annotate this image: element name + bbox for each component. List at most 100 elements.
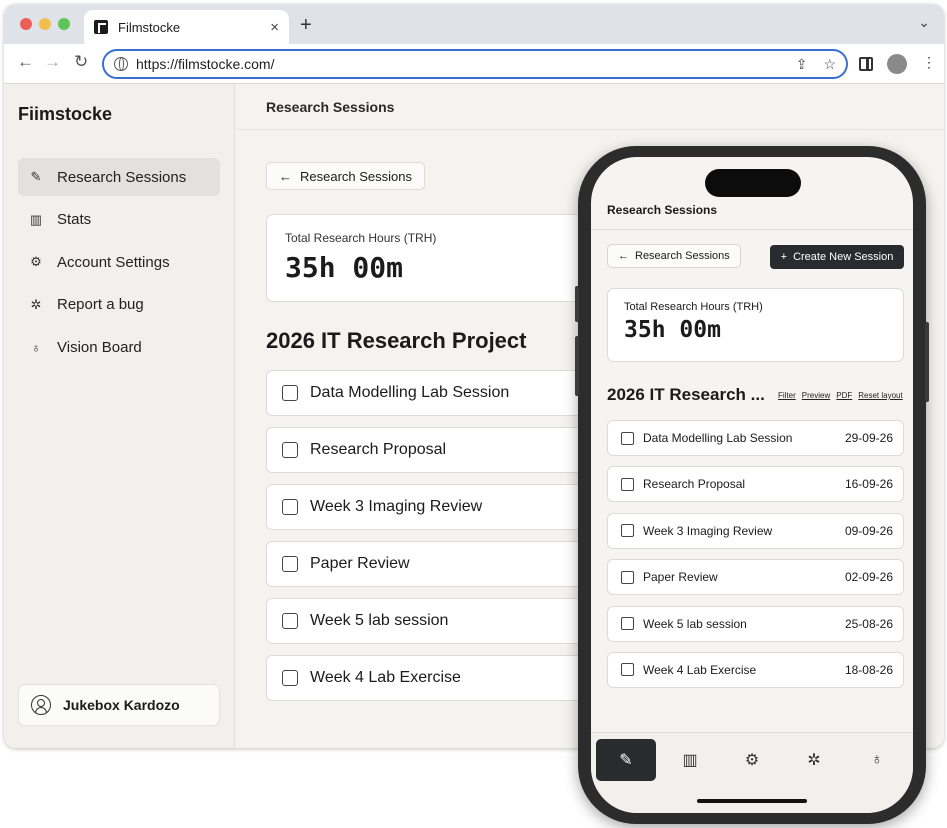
task-name: Research Proposal [643, 477, 746, 492]
url-text[interactable]: https://filmstocke.com/ [136, 56, 780, 72]
back-button-label: Research Sessions [635, 250, 730, 262]
close-window-button[interactable] [20, 18, 32, 30]
stat-label: Total Research Hours (TRH) [624, 301, 763, 313]
browser-tab[interactable]: Filmstocke × [84, 10, 289, 44]
tab-vision-board[interactable]: ♁ [847, 739, 907, 781]
back-arrow-icon: ← [279, 168, 292, 184]
plus-icon: + [780, 251, 788, 263]
back-arrow-icon: ← [618, 250, 629, 262]
user-icon [31, 695, 51, 715]
site-info-icon[interactable] [114, 57, 128, 71]
forward-arrow-icon[interactable]: → [44, 52, 61, 72]
task-row[interactable]: Paper Review [266, 541, 596, 587]
sidebar-item-vision-board[interactable]: ♁ Vision Board [18, 328, 220, 366]
bar-chart-icon: ▥ [29, 211, 43, 227]
tab-search-icon[interactable]: ⌄ [918, 14, 930, 31]
tab-research-sessions[interactable]: ✎ [596, 739, 656, 781]
task-checkbox[interactable] [282, 613, 298, 629]
task-name: Research Proposal [310, 441, 447, 458]
preview-link[interactable]: Preview [802, 391, 830, 400]
divider [591, 229, 913, 230]
task-checkbox[interactable] [621, 477, 634, 491]
task-date: 25-08-26 [844, 616, 893, 631]
total-hours-card: Total Research Hours (TRH) 35h 00m [266, 214, 596, 302]
task-row[interactable]: Week 5 lab session [266, 598, 596, 644]
tab-stats[interactable]: ▥ [660, 739, 720, 781]
task-name: Data Modelling Lab Session [310, 384, 510, 401]
task-row[interactable]: Paper Review 02-09-26 [607, 559, 904, 596]
tab-account-settings[interactable]: ⚙ [722, 739, 782, 781]
sidebar-item-account-settings[interactable]: ⚙ Account Settings [18, 243, 220, 281]
sidebar-item-stats[interactable]: ▥ Stats [18, 201, 220, 239]
side-panel-icon[interactable] [859, 57, 873, 71]
sidebar-item-research-sessions[interactable]: ✎ Research Sessions [18, 158, 220, 196]
gear-icon: ⚙ [30, 254, 42, 269]
pdf-link[interactable]: PDF [836, 391, 852, 400]
task-name: Week 5 lab session [310, 612, 449, 629]
minimize-window-button[interactable] [39, 18, 51, 30]
task-name: Paper Review [310, 555, 410, 572]
user-profile-button[interactable]: Jukebox Kardozo [18, 684, 220, 726]
user-name: Jukebox Kardozo [63, 697, 180, 713]
task-name: Week 5 lab session [643, 616, 747, 631]
task-row[interactable]: Week 3 Imaging Review [266, 484, 596, 530]
task-name: Week 3 Imaging Review [643, 523, 773, 538]
project-actions: Filter Preview PDF Reset layout [778, 391, 909, 400]
phone-screen: Research Sessions ← Research Sessions + … [591, 157, 913, 813]
task-checkbox[interactable] [282, 670, 298, 686]
task-checkbox[interactable] [621, 524, 634, 538]
task-row[interactable]: Research Proposal 16-09-26 [607, 466, 904, 503]
task-checkbox[interactable] [621, 617, 634, 631]
edit-icon: ✎ [30, 169, 42, 184]
task-name: Week 4 Lab Exercise [643, 662, 757, 677]
task-row[interactable]: Week 5 lab session 25-08-26 [607, 605, 904, 642]
task-row[interactable]: Data Modelling Lab Session [266, 370, 596, 416]
create-new-session-button[interactable]: + Create New Session [770, 245, 904, 269]
sidebar-item-label: Research Sessions [57, 168, 187, 186]
task-row[interactable]: Data Modelling Lab Session 29-09-26 [607, 420, 904, 456]
back-button[interactable]: ← Research Sessions [266, 162, 425, 190]
task-checkbox[interactable] [282, 385, 298, 401]
task-row[interactable]: Research Proposal [266, 427, 596, 473]
share-icon[interactable]: ⇪ [796, 56, 808, 73]
maximize-window-button[interactable] [58, 18, 70, 30]
reset-layout-link[interactable]: Reset layout [858, 391, 902, 400]
create-button-label: Create New Session [793, 251, 894, 263]
address-bar[interactable]: https://filmstocke.com/ ⇪ ☆ [102, 49, 848, 79]
tab-report-bug[interactable]: ✲ [784, 739, 844, 781]
more-menu-icon[interactable]: ⋮ [922, 54, 936, 71]
sidebar-item-label: Report a bug [57, 296, 144, 313]
task-row[interactable]: Week 3 Imaging Review 09-09-26 [607, 512, 904, 549]
task-list: Data Modelling Lab Session Research Prop… [266, 370, 596, 712]
tab-title: Filmstocke [118, 19, 181, 35]
phone-side-button [575, 286, 579, 322]
home-indicator [697, 799, 807, 803]
task-row[interactable]: Week 4 Lab Exercise 18-08-26 [607, 651, 904, 688]
task-row[interactable]: Week 4 Lab Exercise [266, 655, 596, 701]
phone-project-title: 2026 IT Research ... [607, 385, 765, 404]
lightbulb-icon: ♁ [31, 339, 41, 355]
filter-link[interactable]: Filter [778, 391, 796, 400]
sidebar: Fiimstocke ✎ Research Sessions ▥ Stats ⚙… [4, 84, 235, 748]
profile-avatar[interactable] [887, 54, 907, 74]
bookmark-star-icon[interactable]: ☆ [823, 56, 836, 73]
page-title: Research Sessions [236, 84, 944, 130]
new-tab-button[interactable]: + [300, 14, 312, 37]
tab-close-icon[interactable]: × [270, 19, 279, 36]
phone-side-button [575, 336, 579, 396]
task-checkbox[interactable] [621, 570, 634, 584]
task-checkbox[interactable] [621, 663, 634, 677]
bug-icon: ✲ [30, 296, 42, 312]
task-checkbox[interactable] [282, 499, 298, 515]
brand-logo[interactable]: Fiimstocke [18, 104, 112, 125]
task-checkbox[interactable] [621, 431, 634, 445]
phone-back-button[interactable]: ← Research Sessions [607, 244, 741, 268]
back-arrow-icon[interactable]: ← [17, 52, 34, 72]
task-checkbox[interactable] [282, 556, 298, 572]
task-checkbox[interactable] [282, 442, 298, 458]
back-button-label: Research Sessions [300, 168, 412, 184]
reload-icon[interactable]: ↻ [74, 52, 88, 72]
sidebar-item-report-bug[interactable]: ✲ Report a bug [18, 286, 220, 324]
sidebar-item-label: Account Settings [57, 253, 170, 271]
edit-icon: ✎ [619, 752, 633, 769]
